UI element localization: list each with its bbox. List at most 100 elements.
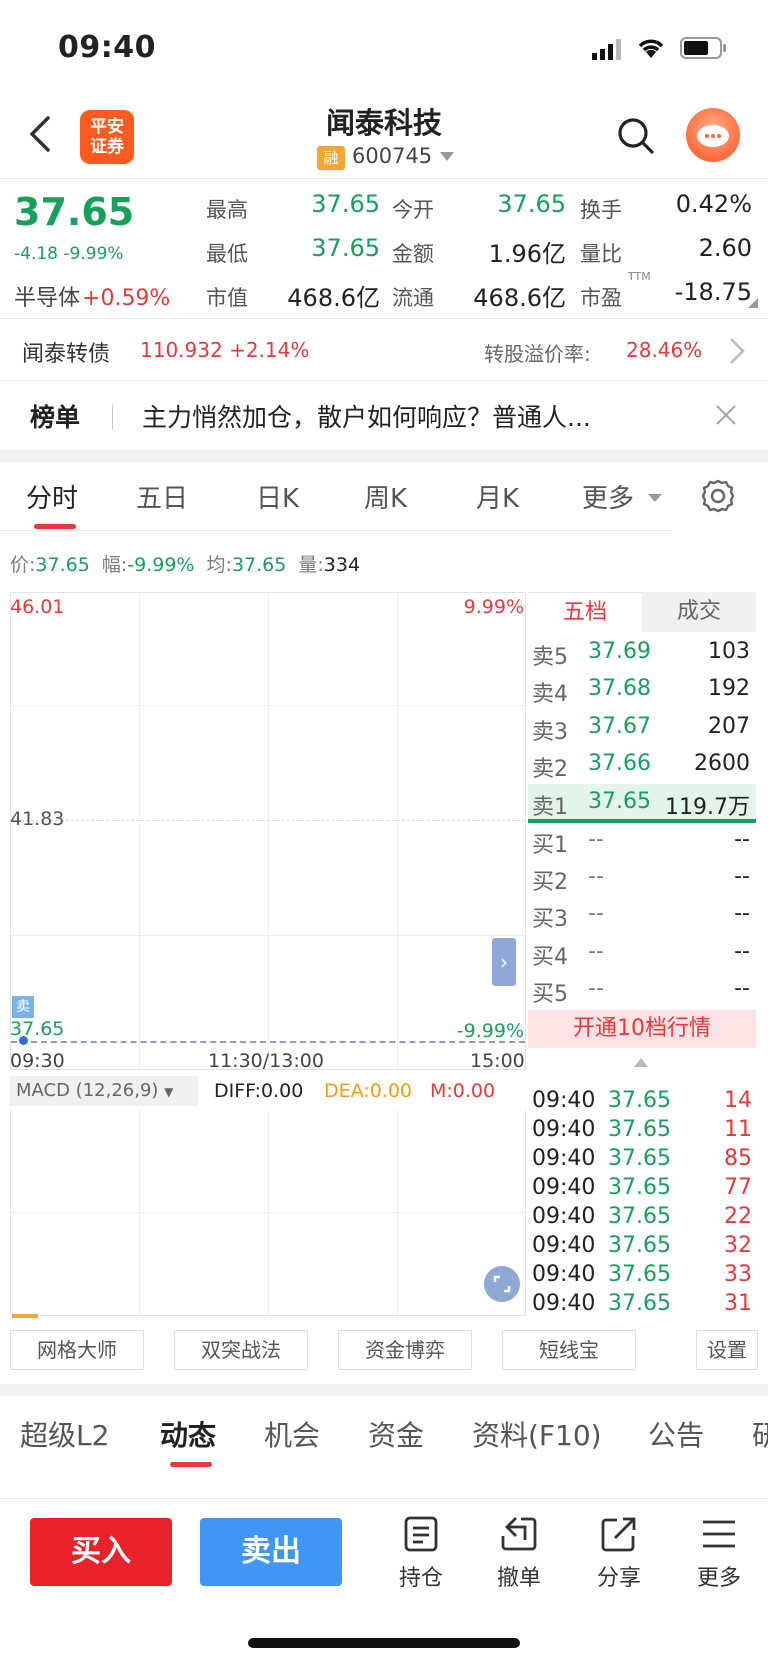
- tick-volume: 22: [724, 1204, 752, 1229]
- tab-weekly-k[interactable]: 周K: [364, 478, 407, 515]
- divider: [0, 530, 672, 531]
- tab-trades[interactable]: 成交: [642, 592, 756, 632]
- low-label: 最低: [206, 242, 248, 266]
- tab-funds[interactable]: 资金: [368, 1414, 424, 1454]
- tab-dynamics[interactable]: 动态: [160, 1414, 216, 1454]
- cb-price-value: 110.932: [140, 338, 223, 362]
- ob-price: --: [588, 901, 604, 926]
- ob-price: 37.67: [588, 714, 651, 739]
- more-button[interactable]: 更多: [684, 1514, 754, 1592]
- trade-tick-row: 09:40 37.65 11: [532, 1117, 756, 1146]
- ob-volume: 207: [708, 714, 750, 739]
- tab-more[interactable]: 更多: [582, 478, 634, 515]
- pe-label: 市盈: [580, 286, 622, 310]
- caret-down-icon[interactable]: [648, 494, 662, 502]
- tab-opportunities[interactable]: 机会: [264, 1414, 320, 1454]
- crosshair-info: 价:37.65 幅:-9.99% 均:37.65 量:334: [10, 550, 360, 577]
- home-indicator[interactable]: [248, 1638, 520, 1648]
- chart-settings-button[interactable]: [700, 478, 736, 514]
- caret-down-icon[interactable]: [440, 152, 454, 161]
- info-vol-label: 量:: [298, 554, 324, 576]
- mid-line: [11, 820, 525, 821]
- grid-line: [139, 593, 140, 1069]
- order-book-row: 卖2 37.66 2600: [528, 746, 756, 783]
- back-button[interactable]: [26, 112, 56, 156]
- double-breakout-button[interactable]: 双突战法: [174, 1330, 308, 1370]
- trade-tick-row: 09:40 37.65 77: [532, 1175, 756, 1204]
- order-book-row: 买1 -- --: [528, 822, 756, 859]
- news-divider: [112, 404, 113, 430]
- ob-level: 买3: [532, 907, 568, 932]
- ob-level: 卖3: [532, 720, 568, 745]
- tab-daily-k[interactable]: 日K: [256, 478, 299, 515]
- amount-label: 金额: [392, 242, 434, 266]
- buy-button[interactable]: 买入: [30, 1518, 172, 1586]
- trade-tick-row: 09:40 37.65 32: [532, 1233, 756, 1262]
- margin-badge: 融: [317, 146, 345, 170]
- close-icon[interactable]: [714, 395, 738, 435]
- tab-research[interactable]: 研: [752, 1414, 768, 1454]
- search-button[interactable]: [616, 116, 656, 156]
- pe-value: -18.75: [674, 278, 752, 306]
- grid-line: [397, 593, 398, 1069]
- info-range-label: 幅:: [101, 554, 128, 576]
- y-axis-top: 46.01: [10, 596, 65, 618]
- short-term-button[interactable]: 短线宝: [502, 1330, 636, 1370]
- ob-level: 卖4: [532, 682, 568, 707]
- expand-chart-button[interactable]: [484, 1266, 520, 1302]
- tools-settings-button[interactable]: 设置: [696, 1330, 758, 1370]
- turnover-label: 换手: [580, 198, 622, 222]
- sector-row[interactable]: 半导体+0.59%: [14, 280, 170, 312]
- sell-button[interactable]: 卖出: [200, 1518, 342, 1586]
- tab-intraday[interactable]: 分时: [26, 478, 78, 515]
- tab-five-levels[interactable]: 五档: [528, 592, 642, 632]
- order-book-row: 卖5 37.69 103: [528, 634, 756, 671]
- time-axis-end: 15:00: [470, 1050, 525, 1072]
- sector-name: 半导体: [14, 286, 81, 311]
- upgrade-ten-levels-button[interactable]: 开通10档行情: [528, 1010, 756, 1048]
- tick-price: 37.65: [608, 1233, 671, 1258]
- holdings-button[interactable]: 持仓: [386, 1514, 456, 1592]
- tick-time: 09:40: [532, 1117, 596, 1142]
- cancel-order-button[interactable]: 撤单: [484, 1514, 554, 1592]
- info-price-label: 价:: [10, 554, 36, 576]
- tick-volume: 11: [724, 1117, 752, 1142]
- tab-monthly-k[interactable]: 月K: [476, 478, 519, 515]
- corner-triangle-icon: [748, 298, 758, 308]
- tick-volume: 31: [724, 1291, 752, 1316]
- active-tab-indicator: [170, 1462, 212, 1467]
- ob-level: 买4: [532, 945, 568, 970]
- assistant-avatar[interactable]: [686, 108, 740, 162]
- tick-time: 09:40: [532, 1204, 596, 1229]
- intraday-chart[interactable]: [10, 592, 526, 1070]
- chevron-right-icon[interactable]: ›: [492, 938, 516, 986]
- active-tab-indicator: [34, 524, 76, 529]
- tick-time: 09:40: [532, 1088, 596, 1113]
- chevron-left-icon: [29, 116, 50, 152]
- info-price: 37.65: [35, 554, 90, 576]
- ob-level: 买1: [532, 833, 568, 858]
- share-button[interactable]: 分享: [584, 1514, 654, 1592]
- low-value: 37.65: [311, 234, 380, 262]
- tick-time: 09:40: [532, 1291, 596, 1316]
- tab-five-day[interactable]: 五日: [136, 478, 188, 515]
- ob-level: 买2: [532, 870, 568, 895]
- macd-dea: DEA:0.00: [324, 1080, 413, 1102]
- tab-f10[interactable]: 资料(F10): [472, 1414, 602, 1454]
- macd-selector[interactable]: MACD (12,26,9) ▼: [10, 1076, 198, 1106]
- divider: [0, 318, 768, 319]
- caret-up-icon[interactable]: [634, 1058, 648, 1067]
- tab-announcements[interactable]: 公告: [648, 1414, 704, 1454]
- ob-price: --: [588, 864, 604, 889]
- market-cap-label: 市值: [206, 286, 248, 310]
- market-cap-value: 468.6亿: [287, 284, 380, 312]
- ob-level: 卖5: [532, 645, 568, 670]
- stock-code[interactable]: 600745: [352, 144, 432, 168]
- open-value: 37.65: [497, 190, 566, 218]
- tab-super-l2[interactable]: 超级L2: [20, 1414, 109, 1454]
- grid-master-button[interactable]: 网格大师: [10, 1330, 144, 1370]
- macd-chart[interactable]: [10, 1110, 526, 1316]
- news-headline[interactable]: 主力悄然加仓，散户如何响应？普通人...: [142, 398, 682, 434]
- capital-game-button[interactable]: 资金博弈: [338, 1330, 472, 1370]
- ob-volume: --: [734, 901, 750, 926]
